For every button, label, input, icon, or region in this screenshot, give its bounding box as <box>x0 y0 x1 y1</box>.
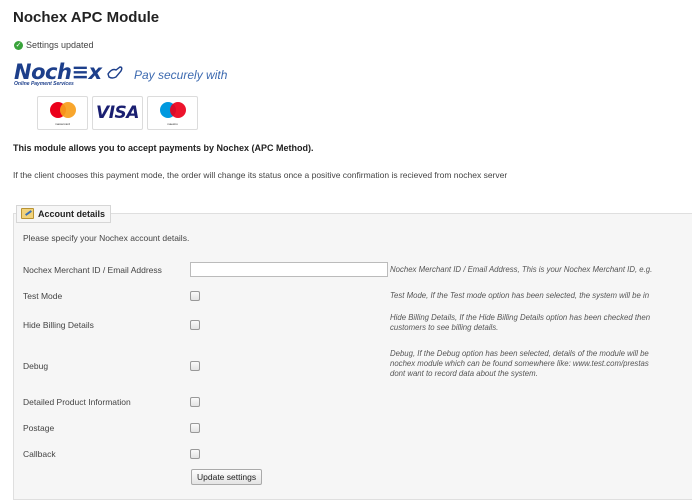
maestro-label: maestro <box>167 122 178 126</box>
maestro-logo: maestro <box>147 96 198 130</box>
update-settings-button[interactable]: Update settings <box>191 469 263 485</box>
payment-cards: mastercard VISA maestro <box>37 96 198 130</box>
maestro-circles-icon <box>159 102 186 118</box>
status-message: ✓ Settings updated <box>14 40 94 50</box>
nochex-logo: Noch≡x Online Payment Services <box>14 62 132 90</box>
legend-label: Account details <box>38 208 106 219</box>
hide-billing-checkbox[interactable] <box>190 320 200 330</box>
mastercard-circles-icon <box>49 102 76 118</box>
test-mode-checkbox[interactable] <box>190 291 200 301</box>
check-circle-icon: ✓ <box>14 40 23 50</box>
debug-checkbox[interactable] <box>190 361 200 371</box>
debug-help-line: dont want to record data about the syste… <box>390 369 538 378</box>
detailed-product-label: Detailed Product Information <box>23 397 131 407</box>
merchant-id-help: Nochex Merchant ID / Email Address, This… <box>390 265 653 274</box>
hide-billing-label: Hide Billing Details <box>23 320 94 330</box>
debug-help: Debug, If the Debug option has been sele… <box>390 349 649 379</box>
account-details-legend: Account details <box>16 205 112 223</box>
debug-help-line: nochex module which can be found somewhe… <box>390 359 649 368</box>
status-text: Settings updated <box>26 40 94 50</box>
hand-lock-icon <box>107 66 123 79</box>
test-mode-label: Test Mode <box>23 291 63 301</box>
detailed-product-checkbox[interactable] <box>190 397 200 407</box>
callback-label: Callback <box>23 449 56 459</box>
visa-logo: VISA <box>92 96 143 130</box>
hide-billing-help-line: Hide Billing Details, If the Hide Billin… <box>390 313 651 322</box>
edit-icon <box>21 208 34 219</box>
page-title: Nochex APC Module <box>13 9 160 26</box>
hide-billing-help-line: customers to see billing details. <box>390 323 499 332</box>
postage-label: Postage <box>23 423 55 433</box>
logo-tagline: Pay securely with <box>134 68 228 82</box>
merchant-id-input[interactable] <box>190 262 388 277</box>
mastercard-logo: mastercard <box>37 96 88 130</box>
debug-help-line: Debug, If the Debug option has been sele… <box>390 349 649 358</box>
merchant-id-label: Nochex Merchant ID / Email Address <box>23 265 162 275</box>
logo-subtitle: Online Payment Services <box>14 81 74 87</box>
mastercard-label: mastercard <box>54 122 70 126</box>
debug-label: Debug <box>23 361 49 371</box>
visa-wordmark: VISA <box>96 103 139 123</box>
test-mode-help: Test Mode, If the Test mode option has b… <box>390 291 650 300</box>
module-description: If the client chooses this payment mode,… <box>13 170 508 180</box>
account-instructions: Please specify your Nochex account detai… <box>23 233 190 243</box>
callback-checkbox[interactable] <box>190 449 200 459</box>
hide-billing-help: Hide Billing Details, If the Hide Billin… <box>390 313 650 333</box>
module-intro: This module allows you to accept payment… <box>13 143 314 153</box>
nochex-logo-row: Noch≡x Online Payment Services Pay secur… <box>14 62 227 90</box>
postage-checkbox[interactable] <box>190 423 200 433</box>
